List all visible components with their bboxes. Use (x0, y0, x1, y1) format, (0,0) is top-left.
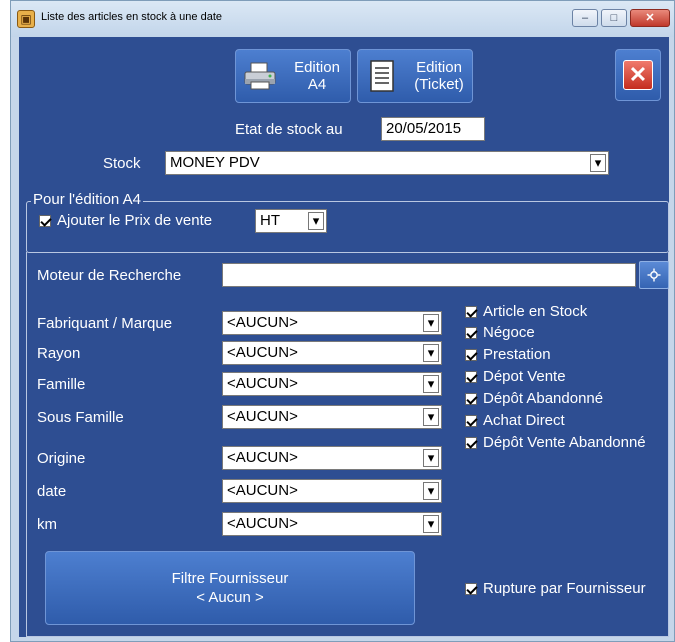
filter-label-km: km (37, 516, 57, 533)
stock-select-value: MONEY PDV (170, 154, 260, 171)
printer-icon (242, 60, 278, 92)
filter-label-sous-famille: Sous Famille (37, 409, 124, 426)
filter-select-km[interactable]: <AUCUN> (222, 512, 442, 536)
filter-value: <AUCUN> (227, 375, 298, 392)
checkbox-label: Négoce (483, 324, 535, 341)
checkbox-label: Prestation (483, 346, 551, 363)
chevron-down-icon[interactable] (423, 408, 439, 426)
chevron-down-icon[interactable] (308, 212, 324, 230)
stock-label: Stock (103, 155, 141, 172)
filter-select-date[interactable]: <AUCUN> (222, 479, 442, 503)
checkbox-achat-direct[interactable]: Achat Direct (465, 412, 565, 429)
filter-label-brand: Fabriquant / Marque (37, 315, 173, 332)
checkbox-article-en-stock[interactable]: Article en Stock (465, 303, 587, 320)
filter-select-rayon[interactable]: <AUCUN> (222, 341, 442, 365)
search-input[interactable] (222, 263, 636, 287)
search-button[interactable] (639, 261, 669, 289)
supplier-filter-value: < Aucun > (196, 589, 264, 606)
chevron-down-icon[interactable] (423, 375, 439, 393)
stock-select[interactable]: MONEY PDV (165, 151, 609, 175)
supplier-filter-button[interactable]: Filtre Fournisseur < Aucun > (45, 551, 415, 625)
edition-ticket-button[interactable]: Edition (Ticket) (357, 49, 473, 103)
filter-select-sous-famille[interactable]: <AUCUN> (222, 405, 442, 429)
add-price-label: Ajouter le Prix de vente (57, 212, 213, 229)
filter-value: <AUCUN> (227, 449, 298, 466)
checkbox-checked-icon (39, 214, 51, 227)
chevron-down-icon[interactable] (590, 154, 606, 172)
edition-a4-button[interactable]: Edition A4 (235, 49, 351, 103)
add-price-checkbox[interactable]: Ajouter le Prix de vente (39, 212, 212, 229)
break-by-supplier-label: Rupture par Fournisseur (483, 580, 646, 597)
window-title: Liste des articles en stock à une date (41, 11, 222, 23)
window-close-button[interactable]: ✕ (630, 9, 670, 27)
checkbox-checked-icon (465, 436, 477, 449)
checkbox-checked-icon (465, 582, 477, 595)
filter-value: <AUCUN> (227, 408, 298, 425)
checkbox-depot-abandonne[interactable]: Dépôt Abandonné (465, 390, 603, 407)
stock-date-input[interactable]: 20/05/2015 (381, 117, 485, 141)
checkbox-negoce[interactable]: Négoce (465, 324, 535, 341)
window-controls: – □ ✕ (572, 9, 670, 27)
checkbox-depot-vente[interactable]: Dépot Vente (465, 368, 566, 385)
filter-label-famille: Famille (37, 376, 86, 393)
close-button[interactable]: ✕ (615, 49, 661, 101)
checkbox-label: Dépôt Abandonné (483, 390, 604, 407)
a4-group-title: Pour l'édition A4 (31, 191, 143, 208)
filter-value: <AUCUN> (227, 314, 298, 331)
checkbox-label: Dépôt Vente Abandonné (483, 434, 646, 451)
app-icon: ▣ (17, 10, 35, 28)
chevron-down-icon[interactable] (423, 515, 439, 533)
chevron-down-icon[interactable] (423, 314, 439, 332)
edition-ticket-label: Edition (Ticket) (414, 59, 464, 93)
stock-date-label: Etat de stock au (235, 121, 343, 138)
checkbox-label: Article en Stock (483, 303, 588, 320)
client-area: Edition A4 Edition (Ticket) ✕ Etat de st… (19, 37, 669, 637)
filter-select-origine[interactable]: <AUCUN> (222, 446, 442, 470)
checkbox-checked-icon (465, 305, 477, 318)
filter-select-famille[interactable]: <AUCUN> (222, 372, 442, 396)
checkbox-checked-icon (465, 370, 477, 383)
filter-value: <AUCUN> (227, 344, 298, 361)
search-label: Moteur de Recherche (37, 267, 182, 284)
minimize-button[interactable]: – (572, 9, 598, 27)
checkbox-checked-icon (465, 348, 477, 361)
price-type-select[interactable]: HT (255, 209, 327, 233)
break-by-supplier-checkbox[interactable]: Rupture par Fournisseur (465, 580, 646, 597)
filter-value: <AUCUN> (227, 482, 298, 499)
search-icon (647, 268, 661, 282)
filter-label-origine: Origine (37, 450, 86, 467)
checkbox-label: Dépot Vente (483, 368, 566, 385)
document-icon (364, 60, 400, 92)
checkbox-label: Achat Direct (483, 412, 565, 429)
chevron-down-icon[interactable] (423, 482, 439, 500)
app-window: ▣ Liste des articles en stock à une date… (10, 0, 675, 642)
close-icon: ✕ (623, 60, 653, 90)
chevron-down-icon[interactable] (423, 449, 439, 467)
checkbox-checked-icon (465, 414, 477, 427)
maximize-button[interactable]: □ (601, 9, 627, 27)
checkbox-prestation[interactable]: Prestation (465, 346, 551, 363)
filter-select-brand[interactable]: <AUCUN> (222, 311, 442, 335)
checkbox-checked-icon (465, 326, 477, 339)
price-type-value: HT (260, 212, 280, 229)
chevron-down-icon[interactable] (423, 344, 439, 362)
supplier-filter-title: Filtre Fournisseur (171, 570, 289, 587)
title-bar: ▣ Liste des articles en stock à une date… (11, 1, 674, 37)
checkbox-depot-vente-abandonne[interactable]: Dépôt Vente Abandonné (465, 434, 646, 451)
filter-label-date: date (37, 483, 67, 500)
checkbox-checked-icon (465, 392, 477, 405)
filter-value: <AUCUN> (227, 515, 298, 532)
filter-label-rayon: Rayon (37, 345, 81, 362)
edition-a4-label: Edition A4 (294, 59, 340, 93)
